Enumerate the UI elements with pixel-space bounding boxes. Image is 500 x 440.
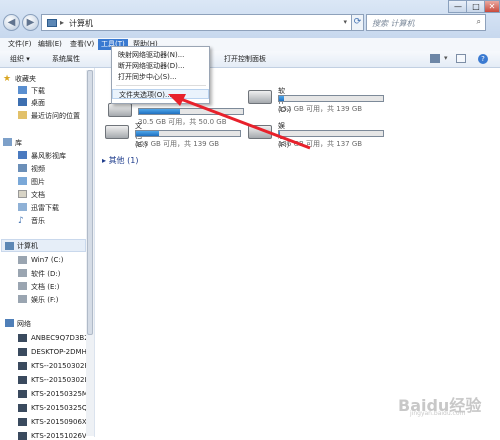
baidu-watermark-url: jingyan.baidu.com (410, 410, 466, 417)
arrow-shaft (177, 96, 311, 150)
annotation-arrow (168, 94, 311, 150)
